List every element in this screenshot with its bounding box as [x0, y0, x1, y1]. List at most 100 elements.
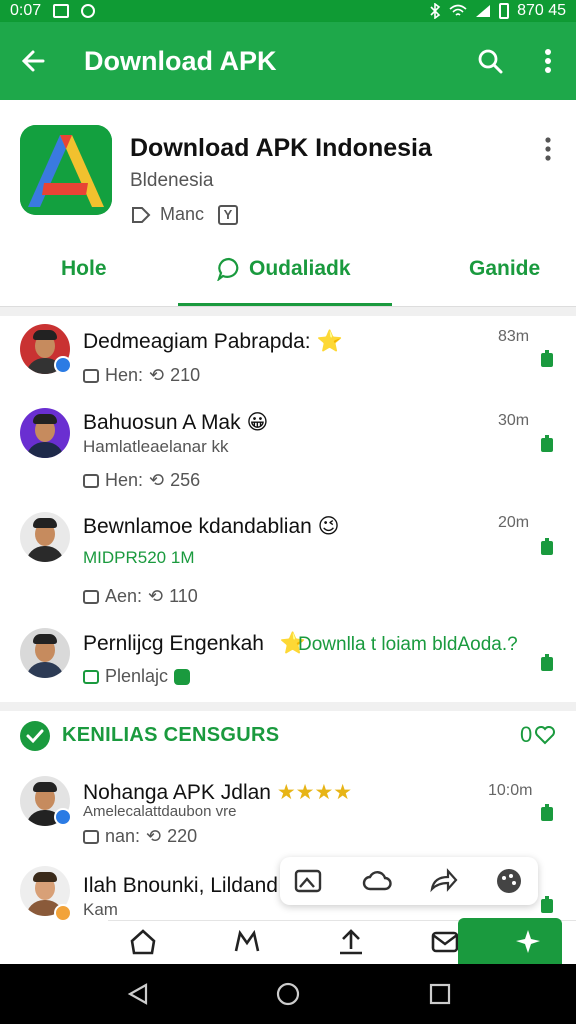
- download-status-icon: [541, 654, 553, 671]
- tag-icon: [132, 206, 151, 223]
- cloud-icon[interactable]: [362, 867, 392, 895]
- section-header: KENILIAS CENSGURS 0: [0, 710, 576, 760]
- gallery-icon[interactable]: [232, 927, 262, 957]
- app-bar: Download APK: [0, 22, 576, 100]
- item-meta: Hen: ⟲ 256: [83, 470, 200, 491]
- tab-bar: Hole Oudaliadk Ganide: [0, 245, 576, 307]
- verified-icon: [54, 356, 72, 374]
- nav-home-icon[interactable]: [276, 982, 300, 1006]
- check-circle-icon: [20, 721, 50, 751]
- divider: [0, 307, 576, 316]
- section-title: KENILIAS CENSGURS: [62, 724, 280, 746]
- status-time: 0:07: [10, 2, 42, 19]
- repost-icon: ⟲: [148, 586, 164, 606]
- item-time: 10:0m: [488, 782, 533, 799]
- nav-back-icon[interactable]: [126, 982, 150, 1006]
- download-status-icon: [541, 350, 553, 367]
- arrow-left-icon: [21, 50, 45, 72]
- item-link[interactable]: Downlla t loiam bldAoda.?: [298, 634, 518, 656]
- verified-icon: [54, 808, 72, 826]
- section-count[interactable]: 0: [520, 722, 556, 748]
- more-vert-icon: [545, 49, 551, 73]
- download-status-icon: [541, 896, 553, 913]
- star-icon: ⭐: [316, 330, 343, 353]
- download-status-icon: [541, 435, 553, 452]
- app-bar-title: Download APK: [84, 45, 277, 76]
- repost-icon: ⟲: [149, 470, 165, 490]
- app-name: Download APK Indonesia: [130, 134, 432, 162]
- list-item[interactable]: Nohanga APK Jdlan ★★★★ Amelecalattdaubon…: [0, 770, 576, 858]
- app-logo[interactable]: [20, 125, 112, 215]
- item-meta: Aen: ⟲ 110: [83, 586, 198, 607]
- item-title: Pernlijcg Engenkah ⭐: [83, 632, 306, 655]
- search-button[interactable]: [470, 41, 510, 81]
- comment-icon: [83, 473, 99, 488]
- rating-stars: ★★★★: [276, 781, 353, 804]
- wifi-icon: [449, 4, 467, 16]
- app-subtitle: Bldenesia: [130, 170, 214, 191]
- item-time: 83m: [498, 328, 530, 345]
- nav-recents-icon[interactable]: [428, 982, 452, 1006]
- item-subtitle: Hamlatleaelanar kk: [83, 437, 229, 456]
- download-status-icon: [541, 804, 553, 821]
- chat-icon: [83, 669, 99, 684]
- app-meta: Manc Y: [130, 204, 239, 225]
- app-header-more-button[interactable]: [540, 136, 556, 162]
- sparkle-action-button[interactable]: [458, 918, 562, 964]
- item-meta: Plenlajc: [83, 666, 191, 687]
- mail-icon[interactable]: [430, 927, 460, 957]
- active-tab-indicator: [178, 303, 392, 306]
- avatar: [20, 628, 70, 678]
- tab-hole[interactable]: Hole: [61, 257, 107, 281]
- list-item[interactable]: Dedmeagiam Pabrapda: ⭐ Hen: ⟲ 210 83m: [0, 316, 576, 404]
- item-title: Bahuosun A Mak 😀: [83, 411, 269, 434]
- comment-icon: [83, 589, 99, 604]
- status-bar: 0:07 870 45: [0, 0, 576, 22]
- settings-icon: [81, 4, 96, 18]
- lock-icon: [174, 668, 191, 685]
- repost-icon: ⟲: [146, 826, 162, 846]
- avatar: [20, 408, 70, 458]
- badge-icon: [54, 904, 72, 922]
- emoji-icon: 😀: [246, 411, 269, 434]
- notification-icon: [53, 4, 70, 18]
- signal-icon: [476, 5, 491, 17]
- avatar: [20, 512, 70, 562]
- list-item[interactable]: Bewnlamoe kdandablian 😉 MIDPR520 1M Aen:…: [0, 510, 576, 624]
- battery-icon: [499, 3, 510, 19]
- app-meta-badge: Y: [218, 204, 239, 225]
- list-item[interactable]: Bahuosun A Mak 😀 Hamlatleaelanar kk Hen:…: [0, 404, 576, 510]
- tab-ganide[interactable]: Ganide: [469, 257, 540, 281]
- bluetooth-icon: [430, 3, 441, 19]
- share-arrow-icon[interactable]: [428, 867, 458, 895]
- item-meta: nan: ⟲ 220: [83, 826, 197, 847]
- heart-icon: [535, 726, 556, 745]
- emoji-icon: 😉: [317, 515, 340, 538]
- quick-actions: [280, 857, 538, 905]
- more-options-button[interactable]: [528, 41, 568, 81]
- item-time: 30m: [498, 412, 530, 429]
- repost-icon: ⟲: [149, 365, 165, 385]
- item-title: Nohanga APK Jdlan ★★★★: [83, 781, 353, 804]
- item-subtitle: MIDPR520 1M: [83, 548, 195, 567]
- tab-label: Hole: [61, 257, 107, 280]
- status-right-text: 870 45: [517, 2, 566, 19]
- home-icon[interactable]: [128, 927, 158, 957]
- sparkle-icon: [516, 930, 540, 953]
- upload-icon[interactable]: [336, 927, 366, 957]
- palette-icon[interactable]: [494, 867, 524, 895]
- list-item[interactable]: Pernlijcg Engenkah ⭐ Downlla t loiam bld…: [0, 624, 576, 704]
- item-title: Ilah Bnounki, Lildand: [83, 874, 278, 897]
- comment-icon: [83, 829, 99, 844]
- item-subtitle: Kam: [83, 900, 118, 919]
- tab-label: Ganide: [469, 257, 541, 280]
- tab-oudaliadk[interactable]: Oudaliadk: [217, 257, 351, 281]
- image-edit-icon[interactable]: [294, 867, 324, 895]
- download-status-icon: [541, 538, 553, 555]
- item-subtitle: Amelecalattdaubon vre: [83, 803, 237, 820]
- item-title: Dedmeagiam Pabrapda: ⭐: [83, 330, 343, 353]
- back-button[interactable]: [14, 41, 54, 81]
- system-nav-bar: [0, 964, 576, 1024]
- item-time: 20m: [498, 514, 530, 531]
- tab-label: Oudaliadk: [249, 257, 351, 280]
